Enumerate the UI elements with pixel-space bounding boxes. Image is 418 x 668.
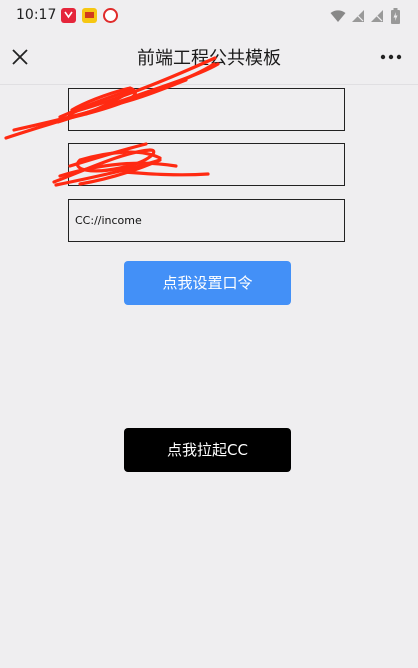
scheme-url-field[interactable] [68,199,345,242]
status-time: 10:17 [16,7,57,23]
signal-icon [371,10,383,22]
wifi-icon [330,10,346,22]
launch-cc-button[interactable]: 点我拉起CC [124,428,291,472]
red-app-icon [61,8,76,23]
page-title: 前端工程公共模板 [137,48,281,69]
status-bar: 10:17 [0,0,418,34]
nav-bar: 前端工程公共模板 [0,34,418,85]
netease-music-icon [103,8,118,23]
battery-icon [391,8,400,24]
set-password-button[interactable]: 点我设置口令 [124,261,291,305]
yellow-app-icon [82,8,97,23]
text-field-2[interactable] [68,143,345,186]
signal-icon [352,10,364,22]
more-icon[interactable] [378,45,404,69]
text-field-1[interactable] [68,88,345,131]
